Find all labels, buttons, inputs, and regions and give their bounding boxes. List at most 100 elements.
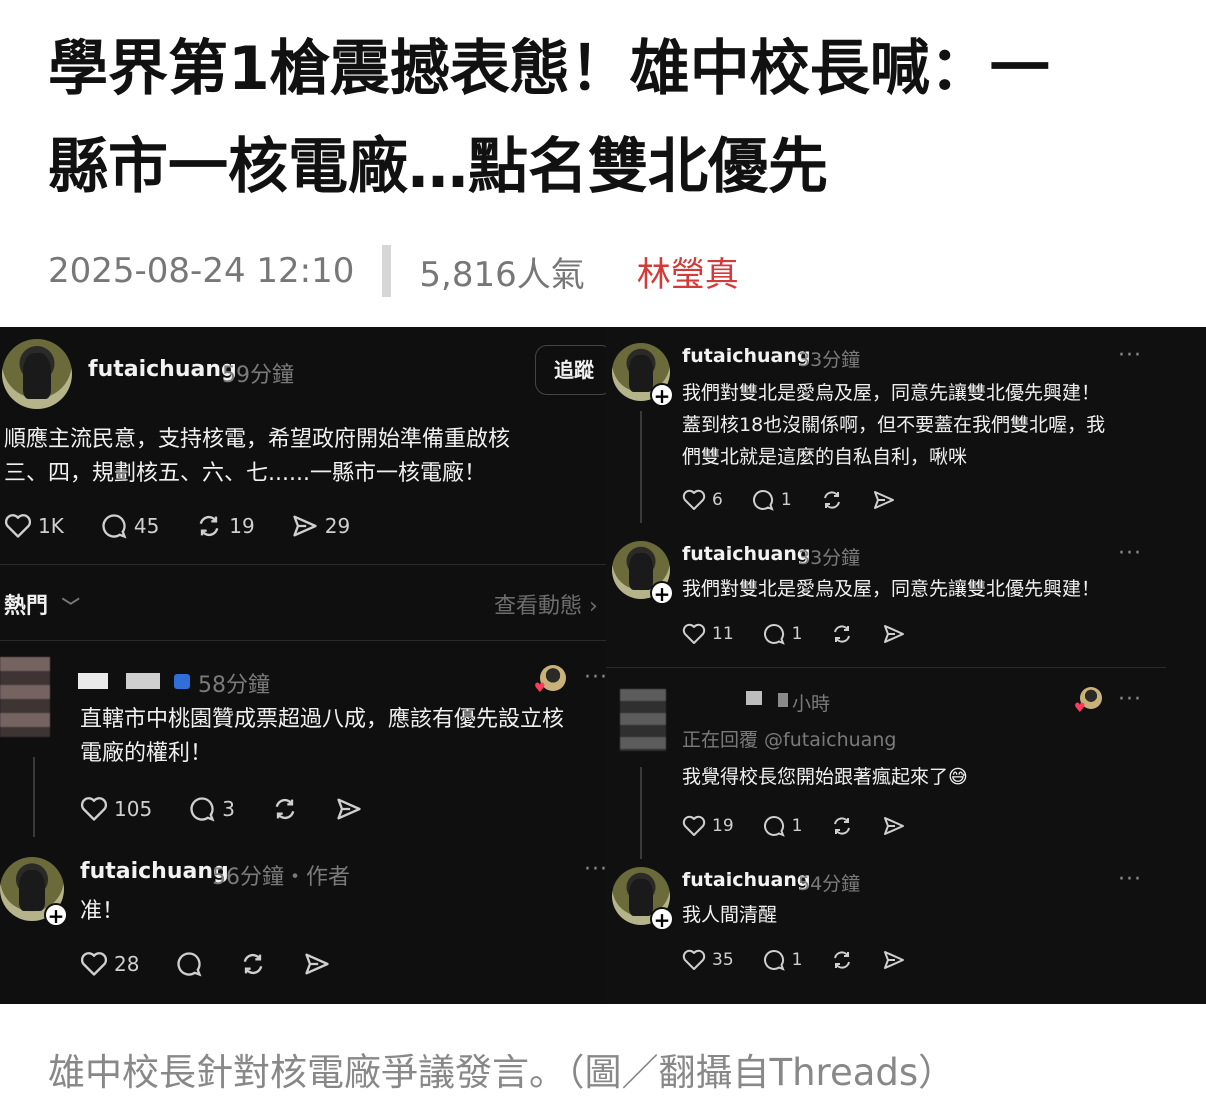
reply-text-line: 蓋到核18也沒關係啊，但不要蓋在我們雙北喔，我	[682, 414, 1106, 436]
comment-count: 1	[791, 816, 803, 836]
hot-sort-dropdown[interactable]: 熱門 ﹀	[4, 588, 80, 620]
post-text: 順應主流民意，支持核電，希望政府開始準備重啟核 三、四，規劃核五、六、七....…	[4, 423, 594, 491]
reply-actions: 6 1	[682, 489, 932, 511]
blurred-avatar	[620, 689, 666, 751]
comment-icon	[763, 623, 785, 645]
send-icon	[884, 951, 905, 969]
more-options-icon[interactable]: ···	[1118, 867, 1142, 892]
post-username[interactable]: futaichuang	[88, 357, 237, 382]
post-time: 59分鐘	[222, 363, 294, 388]
reply-text-line: 電廠的權利！	[80, 741, 213, 766]
reply-text: 我們對雙北是愛烏及屋，同意先讓雙北優先興建！	[682, 578, 1101, 600]
repost-button[interactable]	[830, 623, 854, 645]
like-button[interactable]: 28	[80, 951, 139, 977]
reply-username[interactable]: futaichuang	[682, 543, 810, 565]
send-icon	[884, 817, 905, 835]
like-button[interactable]: 105	[80, 796, 152, 822]
comment-button[interactable]: 1	[762, 623, 803, 645]
heart-icon: ♥	[1074, 701, 1086, 716]
comment-icon	[102, 514, 127, 539]
repost-button[interactable]	[830, 949, 854, 971]
reply-username[interactable]: futaichuang	[682, 869, 810, 891]
repost-icon	[199, 515, 219, 537]
repost-button[interactable]	[820, 489, 844, 511]
like-button[interactable]: 35	[682, 949, 734, 971]
share-button[interactable]: 29	[291, 513, 350, 539]
like-count: 105	[114, 797, 153, 821]
share-button[interactable]	[882, 949, 906, 971]
threads-right-panel: + futaichuang 33分鐘 ··· 我們對雙北是愛烏及屋，同意先讓雙北…	[606, 327, 1206, 1004]
comment-icon	[763, 949, 785, 971]
follow-button[interactable]: 追蹤	[535, 345, 613, 395]
more-options-icon[interactable]: ···	[1118, 541, 1142, 566]
reply-time: 54分鐘	[798, 873, 861, 895]
comment-button[interactable]: 1	[751, 489, 792, 511]
headline-line-1: 學界第1槍震撼表態！雄中校長喊：一	[48, 34, 1050, 104]
reply-username[interactable]: futaichuang	[682, 345, 810, 367]
share-button[interactable]	[882, 815, 906, 837]
send-icon	[293, 515, 317, 537]
reply-actions: 105 3	[80, 796, 399, 822]
reply-text: 我覺得校長您開始跟著瘋起來了😅	[682, 766, 968, 788]
replies-tab-bar: 熱門 ﹀ 查看動態 ›	[0, 582, 606, 626]
share-button[interactable]	[303, 951, 331, 977]
like-button[interactable]: 11	[682, 623, 734, 645]
repost-button[interactable]	[271, 796, 299, 822]
like-count: 28	[114, 952, 140, 976]
comment-button[interactable]: 3	[188, 796, 235, 822]
comment-button[interactable]: 1	[762, 949, 802, 971]
send-icon	[337, 798, 361, 820]
share-button[interactable]	[882, 623, 906, 645]
heart-icon	[80, 797, 108, 821]
comment-button[interactable]	[175, 951, 203, 977]
divider	[0, 640, 606, 641]
heart-icon	[80, 952, 108, 976]
comment-button[interactable]: 1	[762, 815, 803, 837]
like-count: 35	[712, 950, 734, 970]
reply-username[interactable]: futaichuang	[80, 859, 229, 884]
comment-icon	[177, 952, 202, 977]
headline-line-2: 縣市一核電廠…點名雙北優先	[48, 132, 828, 202]
reply-actions: 35 1	[682, 949, 942, 971]
like-count: 11	[712, 624, 734, 644]
more-options-icon[interactable]: ···	[584, 665, 608, 690]
heart-icon	[682, 815, 706, 836]
image-caption: 雄中校長針對核電廠爭議發言。（圖／翻攝自Threads）	[48, 1051, 956, 1094]
blurred-username	[78, 673, 108, 689]
repost-button[interactable]	[239, 951, 267, 977]
post-text-line: 順應主流民意，支持核電，希望政府開始準備重啟核	[4, 427, 511, 452]
repost-count: 19	[229, 514, 255, 538]
share-button[interactable]	[872, 489, 896, 511]
more-options-icon[interactable]: ···	[584, 857, 608, 882]
like-button[interactable]: 19	[682, 815, 734, 837]
heart-icon	[682, 949, 706, 970]
author-link[interactable]: 林瑩真	[637, 247, 739, 296]
more-options-icon[interactable]: ···	[1118, 343, 1142, 368]
share-button[interactable]	[335, 796, 363, 822]
comment-button[interactable]: 45	[100, 513, 159, 539]
repost-icon	[834, 951, 851, 969]
like-button[interactable]: 6	[682, 489, 723, 511]
comment-count: 1	[791, 624, 803, 644]
follow-plus-icon[interactable]: +	[650, 581, 674, 606]
like-count: 1K	[38, 514, 64, 538]
comment-count: 45	[133, 514, 160, 538]
reply-text: 直轄市中桃園贊成票超過八成，應該有優先設立核 電廠的權利！	[80, 703, 600, 771]
threads-screenshot-image: futaichuang 59分鐘 追蹤 順應主流民意，支持核電，希望政府開始準備…	[0, 327, 1206, 1004]
follow-plus-icon[interactable]: +	[650, 383, 674, 408]
reply-text-line: 直轄市中桃園贊成票超過八成，應該有優先設立核	[80, 707, 565, 732]
publish-date: 2025-08-24 12:10	[48, 251, 355, 291]
more-options-icon[interactable]: ···	[1118, 687, 1142, 712]
blurred-avatar	[0, 657, 50, 737]
repost-button[interactable]: 19	[195, 513, 255, 539]
follow-plus-icon[interactable]: +	[650, 907, 674, 932]
view-activity-link[interactable]: 查看動態 ›	[494, 588, 598, 620]
reply-text: 我們對雙北是愛烏及屋，同意先讓雙北優先興建！ 蓋到核18也沒關係啊，但不要蓋在我…	[682, 377, 1194, 473]
post-actions: 1K 45 19 29	[4, 513, 386, 539]
follow-plus-icon[interactable]: +	[44, 903, 68, 928]
like-button[interactable]: 1K	[4, 513, 64, 539]
comment-icon	[190, 797, 215, 822]
reply-username-suffix: 小時	[792, 693, 831, 715]
article-meta: 2025-08-24 12:10 5,816人氣 林瑩真	[48, 245, 739, 297]
repost-button[interactable]	[830, 815, 854, 837]
